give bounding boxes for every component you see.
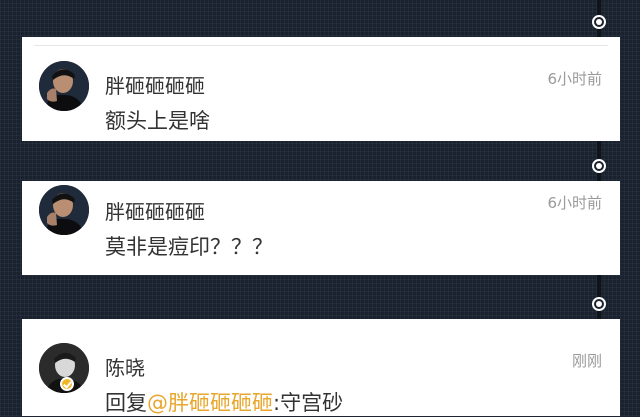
mention-link[interactable]: @胖砸砸砸砸 xyxy=(147,391,273,415)
comment-author[interactable]: 陈晓 xyxy=(105,352,145,381)
avatar[interactable] xyxy=(39,185,89,235)
timeline-node-icon xyxy=(592,297,606,311)
comment-author[interactable]: 胖砸砸砸砸 xyxy=(105,70,205,99)
reply-prefix: 回复 xyxy=(105,391,147,415)
comment-card[interactable]: 胖砸砸砸砸 6小时前 额头上是啥 xyxy=(22,37,620,141)
user-photo-icon xyxy=(39,185,89,235)
avatar[interactable] xyxy=(39,61,89,111)
comment-author[interactable]: 胖砸砸砸砸 xyxy=(105,196,205,225)
verified-badge-icon xyxy=(60,377,74,391)
divider xyxy=(34,45,608,46)
comment-time: 6小时前 xyxy=(547,194,602,212)
comment-text: 莫非是痘印？？？ xyxy=(105,235,273,259)
reply-text: :守宫砂 xyxy=(273,391,344,415)
comment-time: 刚刚 xyxy=(571,352,602,370)
timeline-node-icon xyxy=(592,159,606,173)
comment-card[interactable]: 陈晓 刚刚 回复@胖砸砸砸砸:守宫砂 xyxy=(22,319,620,416)
comment-text: 回复@胖砸砸砸砸:守宫砂 xyxy=(105,387,343,417)
comment-time: 6小时前 xyxy=(547,70,602,88)
user-photo-icon xyxy=(39,61,89,111)
timeline-node-icon xyxy=(592,15,606,29)
comment-card[interactable]: 胖砸砸砸砸 6小时前 莫非是痘印？？？ xyxy=(22,181,620,275)
comment-text: 额头上是啥 xyxy=(105,109,210,133)
